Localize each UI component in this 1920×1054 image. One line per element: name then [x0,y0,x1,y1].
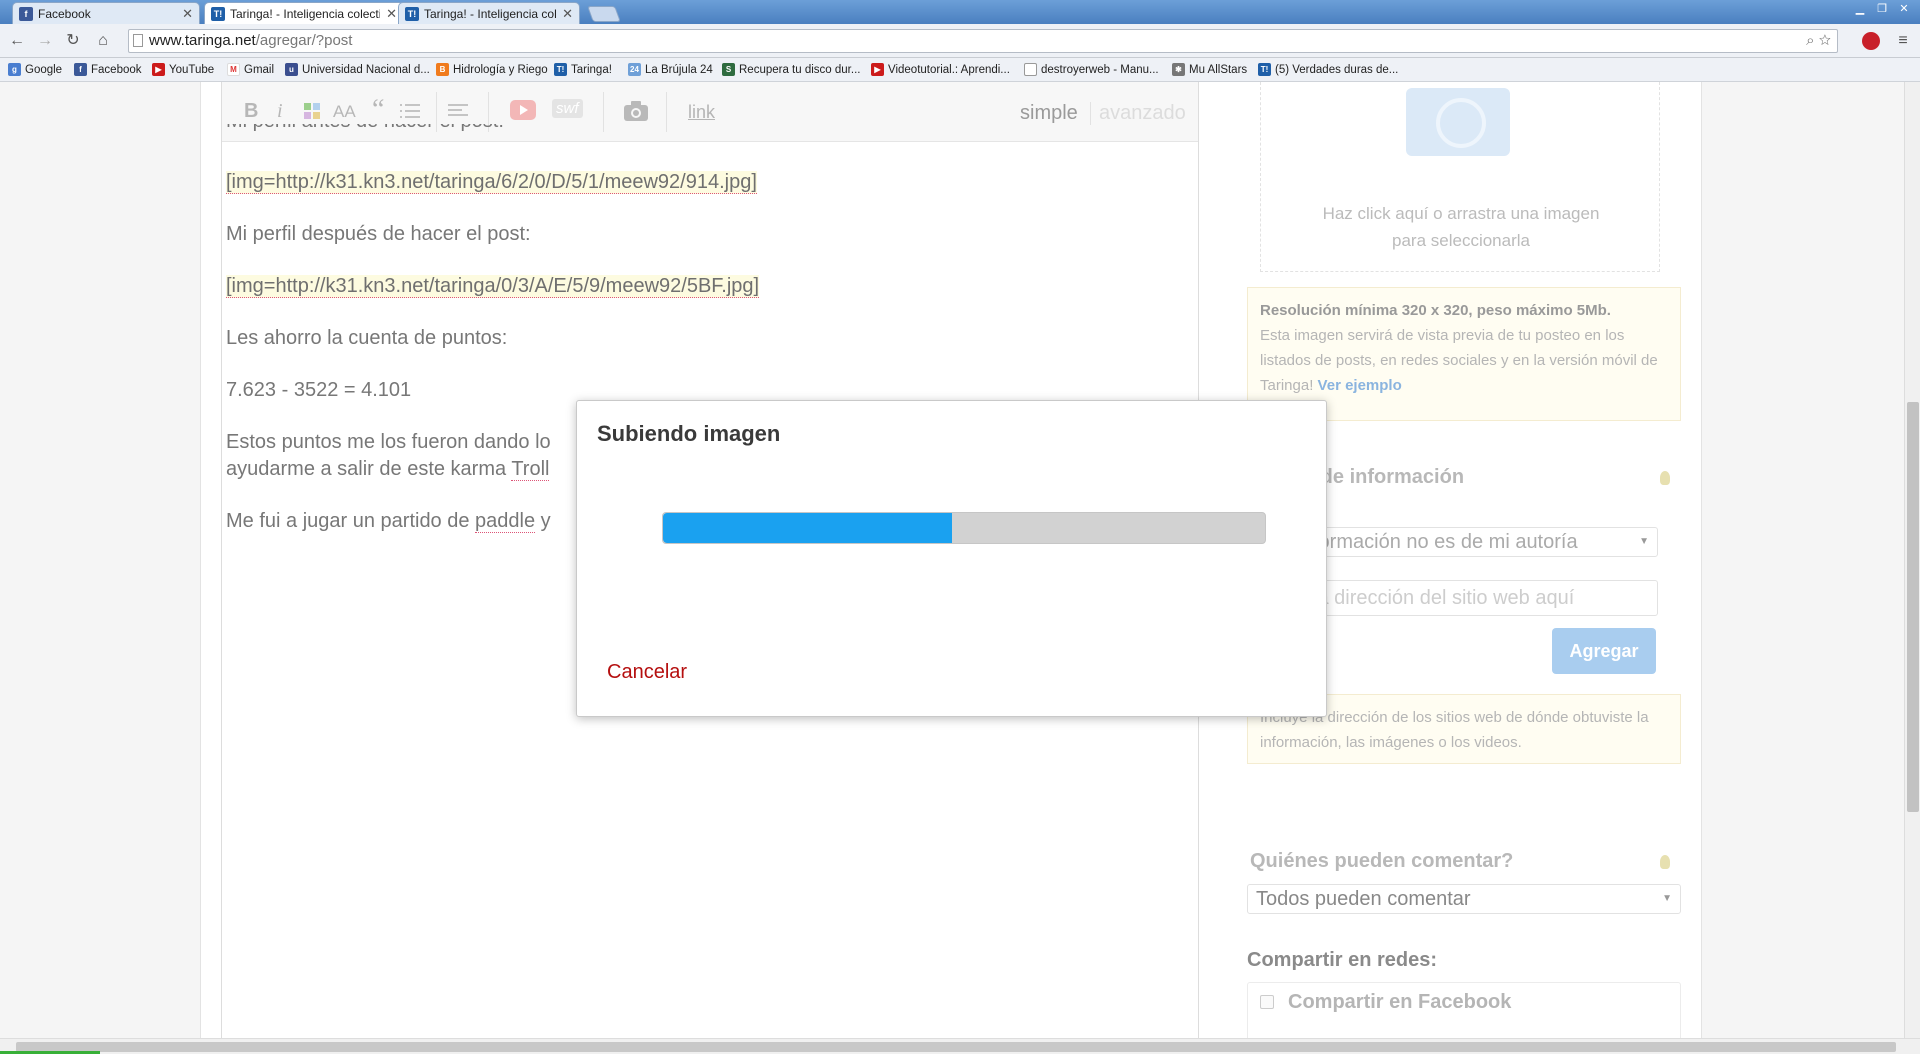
bookmark-facebook[interactable]: f Facebook [74,63,142,76]
close-icon[interactable]: ✕ [386,6,397,22]
bookmark-label: YouTube [169,63,215,76]
taringa-icon: T! [211,6,225,21]
bookmark-label: Universidad Nacional d... [302,63,430,76]
bookmark-label: Facebook [91,63,142,76]
blogger-icon: B [436,63,449,76]
cancel-button[interactable]: Cancelar [607,661,687,684]
browser-tab-bar: f Facebook ✕ T! Taringa! - Inteligencia … [0,0,1920,24]
bookmark-label: Google [25,63,63,76]
extension-icon[interactable] [1862,32,1880,50]
forward-icon[interactable]: → [34,30,56,52]
bookmark-label: Recupera tu disco dur... [739,63,861,76]
reload-icon[interactable]: ↻ [62,30,84,52]
bookmark-label: Mu AllStars [1189,63,1248,76]
bookmark-label: Taringa! [571,63,612,76]
facebook-icon: f [19,6,33,21]
vertical-scrollbar[interactable] [1904,82,1920,1038]
tab-facebook[interactable]: f Facebook ✕ [12,2,200,24]
bookmark-label: Hidrología y Riego [453,63,548,76]
google-icon: g [8,63,21,76]
upload-progress-bar [662,512,1266,544]
home-icon[interactable]: ⌂ [92,30,114,52]
address-bar[interactable]: www.taringa.net/agregar/?post ⌕ ☆ [128,29,1838,53]
star-icon[interactable]: ☆ [1819,32,1831,49]
bookmarks-bar: g Google f Facebook ▶ YouTube M Gmail u Unive… [0,58,1920,82]
bookmark-google[interactable]: g Google [8,63,62,76]
tab-label: Taringa! - Inteligencia colecti [230,6,381,21]
page-icon [1024,63,1037,76]
bookmark-hidrologia[interactable]: B Hidrología y Riego [436,63,548,76]
back-icon[interactable]: ← [6,30,28,52]
sz-icon: S [722,63,735,76]
close-icon[interactable]: ✕ [182,6,193,22]
tab-label: Taringa! - Inteligencia colecti [424,6,557,21]
dialog-layer: Subiendo imagen Cancelar [0,82,1920,1038]
bookmark-label: Videotutorial.: Aprendi... [888,63,1010,76]
menu-icon[interactable]: ≡ [1892,30,1914,52]
url-path: /agregar/?post [255,32,353,49]
bookmark-youtube[interactable]: ▶ YouTube [152,63,214,76]
browser-toolbar: ← → ↻ ⌂ www.taringa.net/agregar/?post ⌕ … [0,24,1920,58]
progress-fill [663,513,952,543]
upload-dialog: Subiendo imagen Cancelar [576,400,1327,717]
bookmark-destroyerweb[interactable]: destroyerweb - Manu... [1024,63,1159,76]
close-window-icon[interactable]: ✕ [1894,2,1914,16]
taringa-icon: T! [1258,63,1271,76]
minimize-icon[interactable]: ▁ [1850,2,1870,16]
bookmark-gmail[interactable]: M Gmail [227,63,274,76]
bookmark-recupera[interactable]: S Recupera tu disco dur... [722,63,860,76]
search-icon[interactable]: ⌕ [1806,32,1814,49]
omnibox-icons: ⌕ ☆ [1806,30,1831,52]
youtube-icon: ▶ [871,63,884,76]
close-icon[interactable]: ✕ [562,6,573,22]
tab-taringa[interactable]: T! Taringa! - Inteligencia colecti ✕ [398,2,580,24]
url-host: www.taringa.net [149,32,256,49]
bookmark-brujula[interactable]: 24 La Brújula 24 [628,63,713,76]
bookmark-label: (5) Verdades duras de... [1275,63,1399,76]
tab-label: Facebook [38,6,91,21]
scrollbar-thumb[interactable] [1907,402,1919,812]
bookmark-label: Gmail [244,63,275,76]
scrollbar-thumb[interactable] [16,1042,1896,1052]
taringa-icon: T! [405,6,419,21]
bookmark-label: destroyerweb - Manu... [1041,63,1159,76]
bookmark-universidad[interactable]: u Universidad Nacional d... [285,63,430,76]
dialog-title: Subiendo imagen [597,421,781,446]
mu-icon: ✱ [1172,63,1185,76]
bookmark-muallstars[interactable]: ✱ Mu AllStars [1172,63,1247,76]
horizontal-scrollbar[interactable] [0,1038,1920,1054]
new-tab-button[interactable] [587,6,621,22]
bookmark-verdades[interactable]: T! (5) Verdades duras de... [1258,63,1398,76]
taringa-icon: T! [554,63,567,76]
window-controls: ▁ ❐ ✕ [1850,2,1914,16]
bookmark-label: La Brújula 24 [645,63,713,76]
bookmark-videotutorial[interactable]: ▶ Videotutorial.: Aprendi... [871,63,1010,76]
brujula-icon: 24 [628,63,641,76]
unc-icon: u [285,63,298,76]
restore-icon[interactable]: ❐ [1872,2,1892,16]
gmail-icon: M [227,63,240,76]
bookmark-taringa[interactable]: T! Taringa! [554,63,612,76]
page-icon [133,34,143,47]
facebook-icon: f [74,63,87,76]
tab-taringa-active[interactable]: T! Taringa! - Inteligencia colecti ✕ [204,2,404,24]
youtube-icon: ▶ [152,63,165,76]
